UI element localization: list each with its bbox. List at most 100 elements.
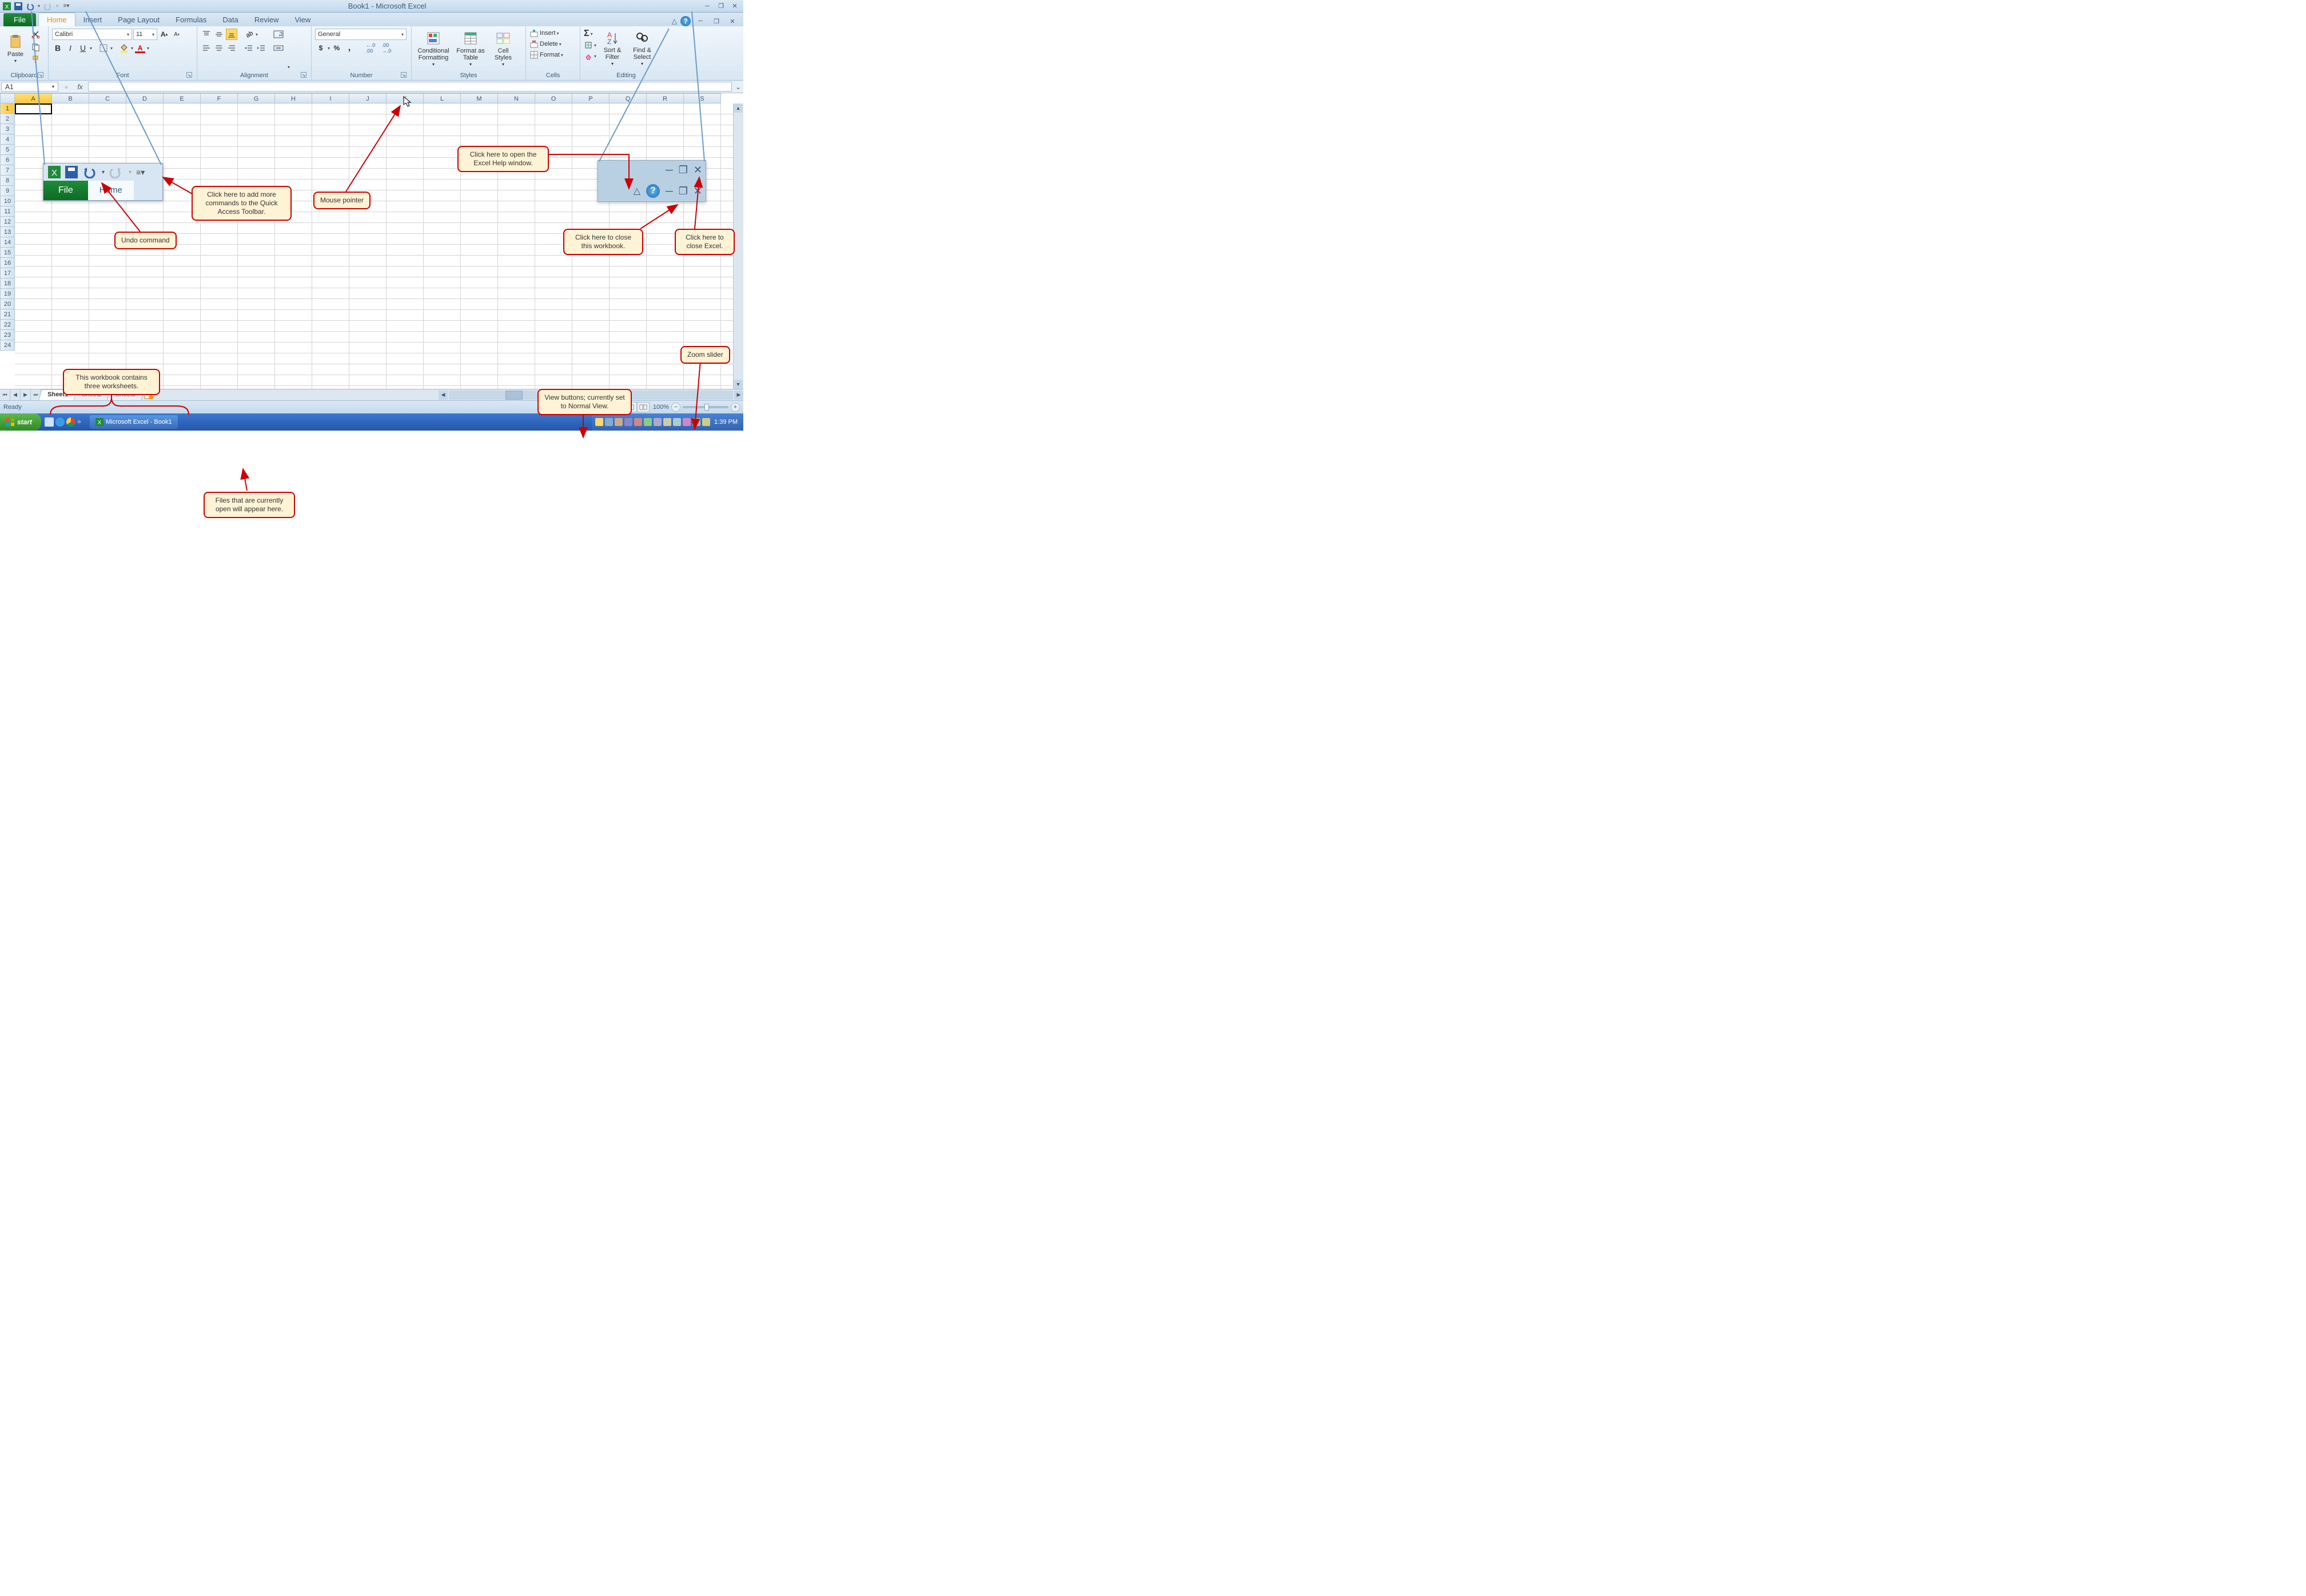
cancel-formula-icon[interactable]: ● [59, 81, 73, 93]
align-center-icon[interactable] [213, 42, 225, 54]
zoom-percent[interactable]: 100% [653, 404, 669, 411]
redo-arrow-icon[interactable]: ▾ [55, 2, 59, 11]
copy-icon[interactable] [30, 41, 41, 53]
tray-icon[interactable] [702, 418, 710, 426]
col-header-D[interactable]: D [126, 93, 164, 104]
decrease-decimal-icon[interactable]: .00→.0 [379, 42, 394, 54]
close-button[interactable]: ✕ [728, 2, 741, 11]
row-header-10[interactable]: 10 [0, 196, 15, 206]
col-header-L[interactable]: L [424, 93, 461, 104]
underline-icon[interactable]: U [77, 42, 89, 54]
col-header-C[interactable]: C [89, 93, 126, 104]
decrease-indent-icon[interactable] [243, 42, 254, 54]
clear-icon[interactable]: ▾ [584, 51, 596, 61]
row-header-15[interactable]: 15 [0, 248, 15, 258]
file-tab[interactable]: File [3, 13, 36, 26]
page-break-view-icon[interactable] [637, 402, 650, 412]
col-header-P[interactable]: P [572, 93, 610, 104]
row-header-2[interactable]: 2 [0, 114, 15, 124]
cut-icon[interactable] [30, 29, 41, 40]
col-header-M[interactable]: M [461, 93, 498, 104]
row-header-13[interactable]: 13 [0, 227, 15, 237]
tray-icon[interactable] [595, 418, 603, 426]
merge-center-icon[interactable] [272, 42, 285, 54]
bold-icon[interactable]: B [52, 42, 63, 54]
tray-icon[interactable] [624, 418, 632, 426]
col-header-B[interactable]: B [52, 93, 89, 104]
row-header-18[interactable]: 18 [0, 278, 15, 289]
format-as-table-button[interactable]: Format as Table▾ [454, 29, 487, 69]
prev-sheet-icon[interactable]: ◀ [10, 389, 21, 400]
save-icon[interactable] [14, 2, 23, 11]
fill-icon[interactable]: ▾ [584, 41, 596, 50]
zoom-slider[interactable] [683, 406, 728, 408]
tray-icon[interactable] [605, 418, 613, 426]
tab-home[interactable]: Home [38, 13, 75, 26]
conditional-formatting-button[interactable]: Conditional Formatting▾ [415, 29, 452, 69]
row-header-21[interactable]: 21 [0, 309, 15, 320]
borders-icon[interactable] [98, 42, 109, 54]
autosum-icon[interactable]: Σ▾ [584, 29, 596, 39]
comma-icon[interactable]: , [344, 42, 355, 54]
name-box[interactable]: A1▾ [1, 82, 58, 91]
col-header-J[interactable]: J [349, 93, 387, 104]
number-launcher-icon[interactable]: ↘ [401, 72, 407, 78]
col-header-I[interactable]: I [312, 93, 349, 104]
redo-icon[interactable] [43, 2, 53, 11]
scroll-down-icon[interactable]: ▼ [734, 380, 743, 389]
workbook-close-button[interactable]: ✕ [726, 17, 739, 26]
tray-icon[interactable] [644, 418, 652, 426]
font-size-combo[interactable]: 11▾ [133, 29, 157, 40]
next-sheet-icon[interactable]: ▶ [21, 389, 31, 400]
undo-icon[interactable] [25, 2, 34, 11]
row-header-24[interactable]: 24 [0, 340, 15, 351]
zoom-in-icon[interactable]: + [731, 403, 740, 412]
paste-button[interactable]: Paste ▾ [3, 29, 27, 69]
scroll-right-icon[interactable]: ▶ [734, 391, 743, 400]
col-header-H[interactable]: H [275, 93, 312, 104]
fx-icon[interactable]: fx [73, 81, 87, 93]
font-color-icon[interactable]: A [134, 42, 146, 54]
grow-font-icon[interactable]: A▴ [158, 29, 170, 40]
tray-icon[interactable] [615, 418, 623, 426]
col-header-Q[interactable]: Q [610, 93, 647, 104]
zoom-thumb[interactable] [704, 404, 709, 411]
minimize-button[interactable]: ─ [701, 2, 714, 11]
ql-more-icon[interactable]: » [77, 417, 86, 427]
cell-styles-button[interactable]: Cell Styles▾ [489, 29, 517, 69]
ql-desktop-icon[interactable] [45, 417, 54, 427]
align-left-icon[interactable] [201, 42, 212, 54]
align-middle-icon[interactable] [213, 29, 225, 40]
align-bottom-icon[interactable] [226, 29, 237, 40]
tab-formulas[interactable]: Formulas [168, 13, 214, 26]
percent-icon[interactable]: % [331, 42, 342, 54]
fill-color-icon[interactable] [118, 42, 130, 54]
ql-chrome-icon[interactable] [66, 417, 75, 427]
increase-decimal-icon[interactable]: ←.0.00 [363, 42, 378, 54]
tray-icon[interactable] [634, 418, 642, 426]
font-launcher-icon[interactable]: ↘ [186, 72, 192, 78]
select-all-corner[interactable] [0, 93, 15, 104]
tray-icon[interactable] [663, 418, 671, 426]
tab-review[interactable]: Review [246, 13, 287, 26]
row-header-22[interactable]: 22 [0, 320, 15, 330]
row-header-19[interactable]: 19 [0, 289, 15, 299]
row-header-1[interactable]: 1 [0, 104, 15, 114]
row-header-16[interactable]: 16 [0, 258, 15, 268]
tray-icon[interactable] [692, 418, 700, 426]
excel-icon[interactable]: X [2, 2, 11, 11]
font-name-combo[interactable]: Calibri▾ [52, 29, 132, 40]
workbook-restore-button[interactable]: ❐ [710, 17, 723, 26]
row-header-14[interactable]: 14 [0, 237, 15, 248]
align-top-icon[interactable] [201, 29, 212, 40]
sort-filter-button[interactable]: AZ Sort & Filter▾ [599, 29, 626, 69]
row-header-6[interactable]: 6 [0, 155, 15, 165]
format-painter-icon[interactable] [30, 54, 41, 65]
col-header-F[interactable]: F [201, 93, 238, 104]
help-icon[interactable]: ? [680, 16, 691, 26]
restore-button[interactable]: ❐ [715, 2, 727, 11]
workbook-minimize-button[interactable]: ─ [694, 17, 707, 26]
row-header-23[interactable]: 23 [0, 330, 15, 340]
currency-icon[interactable]: $ [315, 42, 326, 54]
col-header-E[interactable]: E [164, 93, 201, 104]
